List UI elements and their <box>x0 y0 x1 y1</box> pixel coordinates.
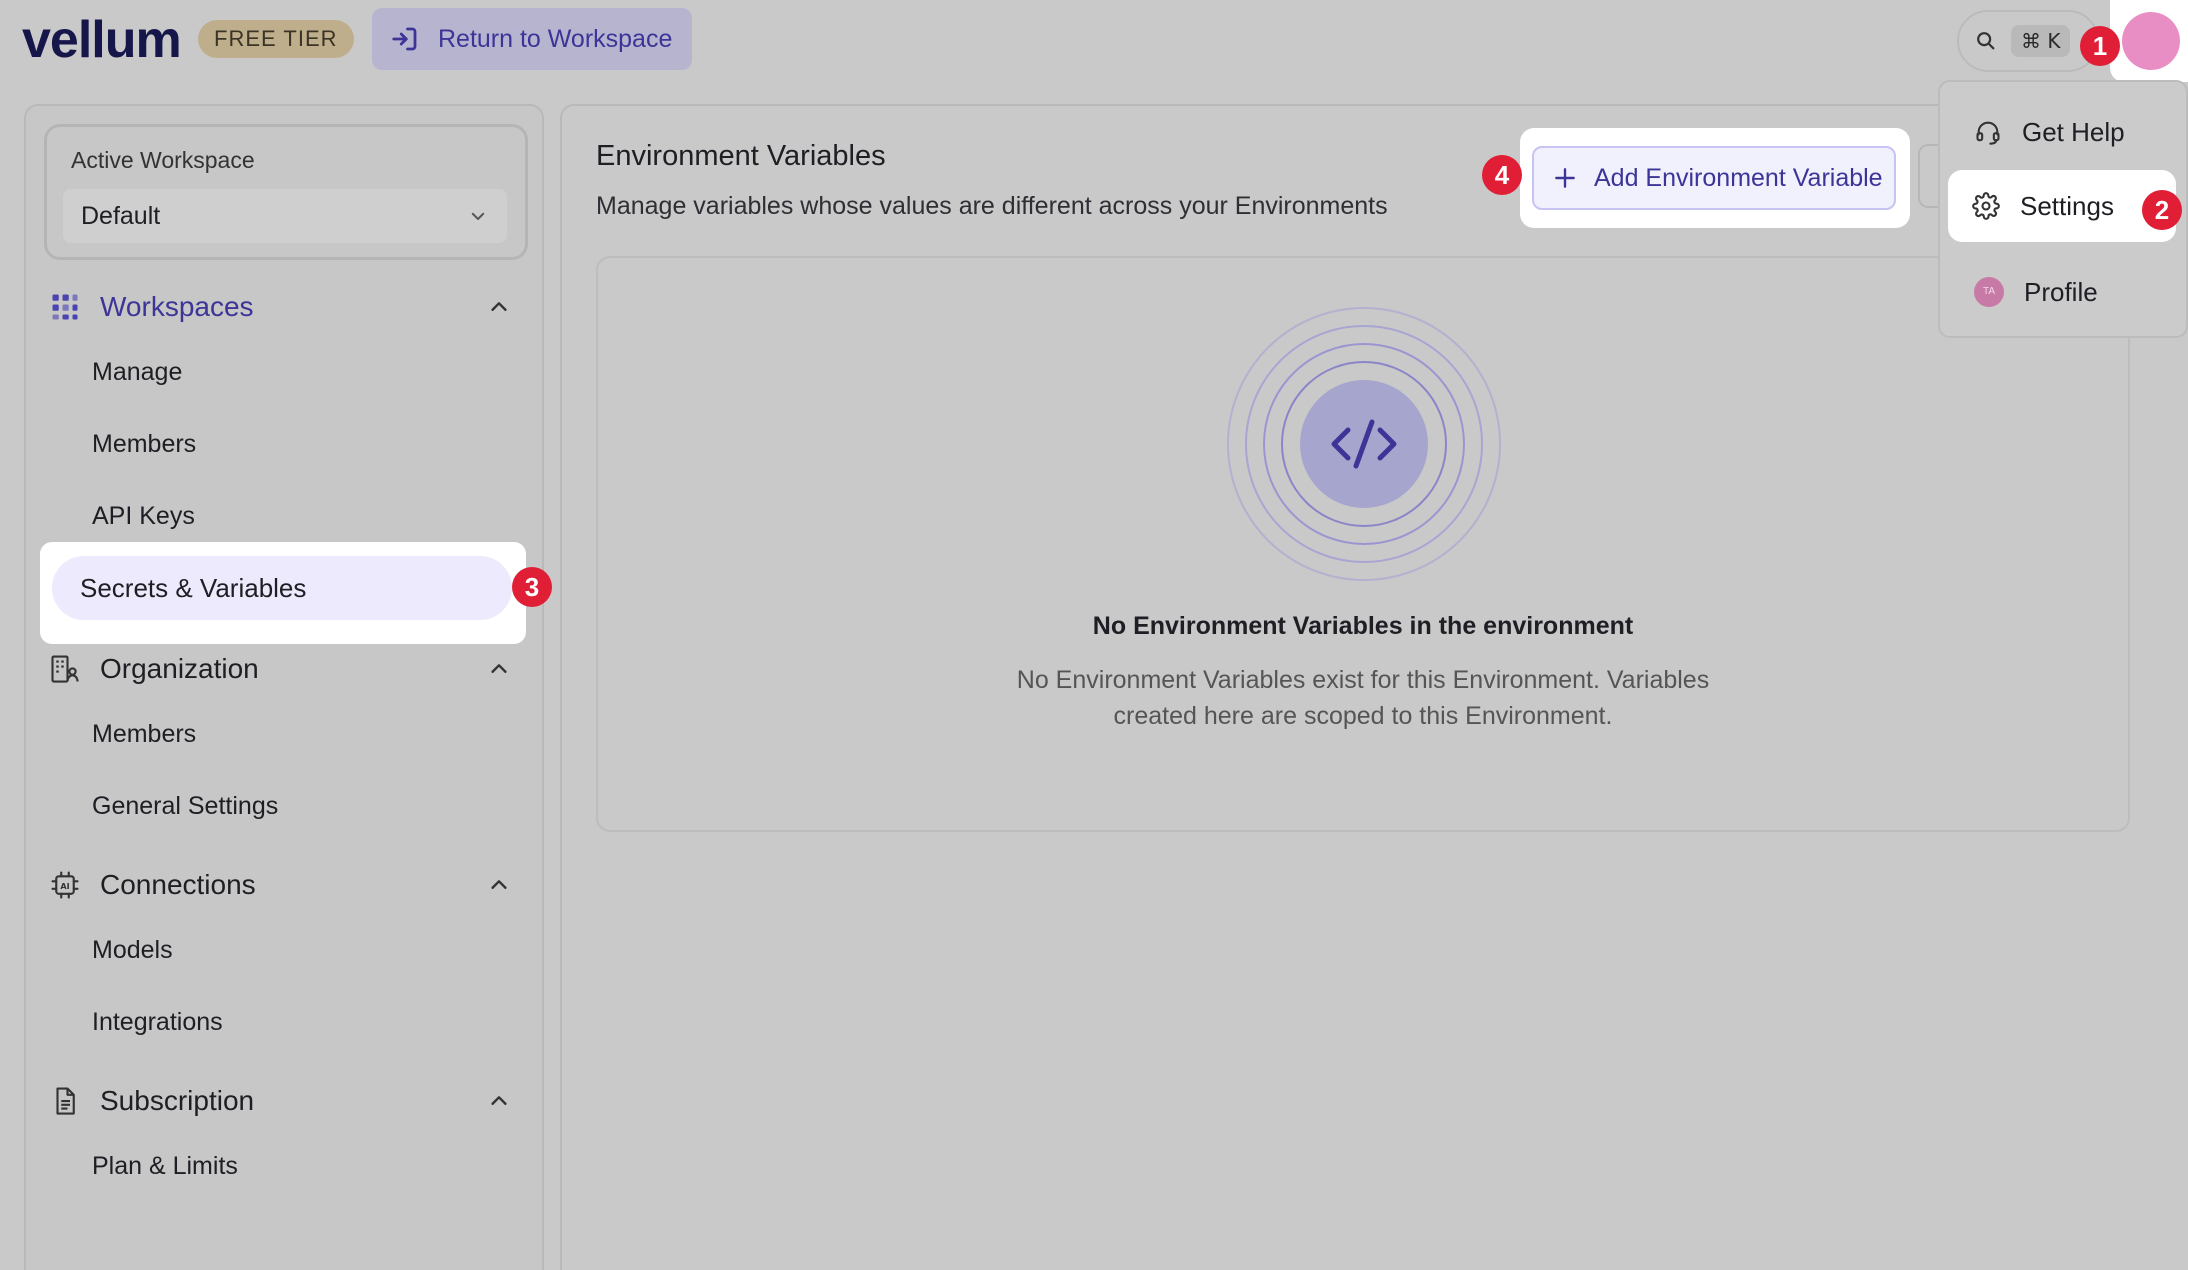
active-workspace-card: Active Workspace Default <box>44 124 528 260</box>
chevron-up-icon <box>491 302 507 311</box>
chevron-down-icon <box>471 212 485 220</box>
menu-item-settings-label: Settings <box>2020 190 2114 221</box>
step-badge-4: 4 <box>1482 155 1522 195</box>
document-icon <box>56 1087 75 1115</box>
search-icon <box>1977 32 1995 50</box>
workspace-select-value: Default <box>81 202 161 230</box>
profile-avatar-icon: TA <box>1974 277 2004 307</box>
vellum-logo[interactable]: vellum <box>22 10 182 70</box>
page-subtitle: Manage variables whose values are differ… <box>596 192 1388 220</box>
sidebar-item-members[interactable]: Members <box>92 424 196 464</box>
menu-item-profile[interactable]: TA Profile <box>1940 260 2186 324</box>
avatar[interactable] <box>2122 12 2180 70</box>
menu-item-get-help-label: Get Help <box>2022 116 2125 147</box>
section-connections[interactable]: AI Connections <box>50 860 530 910</box>
settings-sidebar: Active Workspace Default Workspaces Mana… <box>24 104 544 1270</box>
headset-icon <box>1976 121 2000 145</box>
building-user-icon <box>51 655 79 683</box>
section-subscription-title: Subscription <box>100 1085 255 1116</box>
step-badge-3: 3 <box>512 567 552 607</box>
add-environment-variable-label: Add Environment Variable <box>1594 163 1883 192</box>
chevron-up-icon <box>491 664 507 673</box>
svg-text:AI: AI <box>60 881 69 891</box>
empty-state-description-line-2: created here are scoped to this Environm… <box>1113 702 1613 730</box>
sidebar-item-plan-limits[interactable]: Plan & Limits <box>92 1146 238 1186</box>
search-button[interactable]: ⌘ K <box>1957 10 2099 72</box>
menu-item-get-help[interactable]: Get Help <box>1940 100 2186 164</box>
free-tier-badge: FREE TIER <box>198 20 354 58</box>
sidebar-item-general-settings[interactable]: General Settings <box>92 786 278 826</box>
return-to-workspace-button[interactable]: Return to Workspace <box>372 8 692 70</box>
sidebar-item-integrations[interactable]: Integrations <box>92 1002 223 1042</box>
step-badge-1: 1 <box>2080 26 2120 66</box>
section-organization-title: Organization <box>100 653 259 684</box>
code-icon <box>1227 307 1501 581</box>
login-arrow-icon <box>392 27 417 51</box>
sidebar-item-org-members[interactable]: Members <box>92 714 196 754</box>
return-to-workspace-label: Return to Workspace <box>438 24 673 53</box>
sidebar-item-secrets-variables[interactable]: Secrets & Variables <box>52 556 512 620</box>
empty-state-description-line-1: No Environment Variables exist for this … <box>1016 666 1710 694</box>
empty-state-description: No Environment Variables exist for this … <box>598 662 2128 734</box>
chevron-up-icon <box>491 1096 507 1105</box>
section-workspaces-title: Workspaces <box>100 291 254 322</box>
active-workspace-label: Active Workspace <box>71 147 255 173</box>
sidebar-item-api-keys[interactable]: API Keys <box>92 496 195 536</box>
empty-state-card: No Environment Variables in the environm… <box>596 256 2130 832</box>
add-environment-variable-button[interactable]: Add Environment Variable <box>1532 146 1896 210</box>
page-title: Environment Variables <box>596 140 886 172</box>
sidebar-item-models[interactable]: Models <box>92 930 173 970</box>
sidebar-item-manage[interactable]: Manage <box>92 352 182 392</box>
gear-icon <box>1972 192 2000 220</box>
section-subscription[interactable]: Subscription <box>50 1076 530 1126</box>
top-bar: vellum FREE TIER Return to Workspace ⌘ K <box>0 0 2188 82</box>
menu-item-profile-label: Profile <box>2024 276 2098 307</box>
sidebar-item-secrets-highlight: Secrets & Variables <box>40 542 526 644</box>
chevron-up-icon <box>491 880 507 889</box>
section-workspaces[interactable]: Workspaces <box>50 282 530 332</box>
workspace-select[interactable]: Default <box>63 189 507 243</box>
search-shortcut: ⌘ K <box>2011 25 2071 57</box>
ai-chip-icon: AI <box>51 871 79 899</box>
plus-icon <box>1555 168 1575 188</box>
empty-state-title: No Environment Variables in the environm… <box>1092 612 1634 640</box>
section-organization[interactable]: Organization <box>50 644 530 694</box>
step-badge-2: 2 <box>2142 190 2182 230</box>
avatar-highlight <box>2110 0 2188 82</box>
section-connections-title: Connections <box>100 869 256 900</box>
add-button-highlight: Add Environment Variable <box>1520 128 1910 228</box>
grid-dots-icon <box>52 294 78 320</box>
